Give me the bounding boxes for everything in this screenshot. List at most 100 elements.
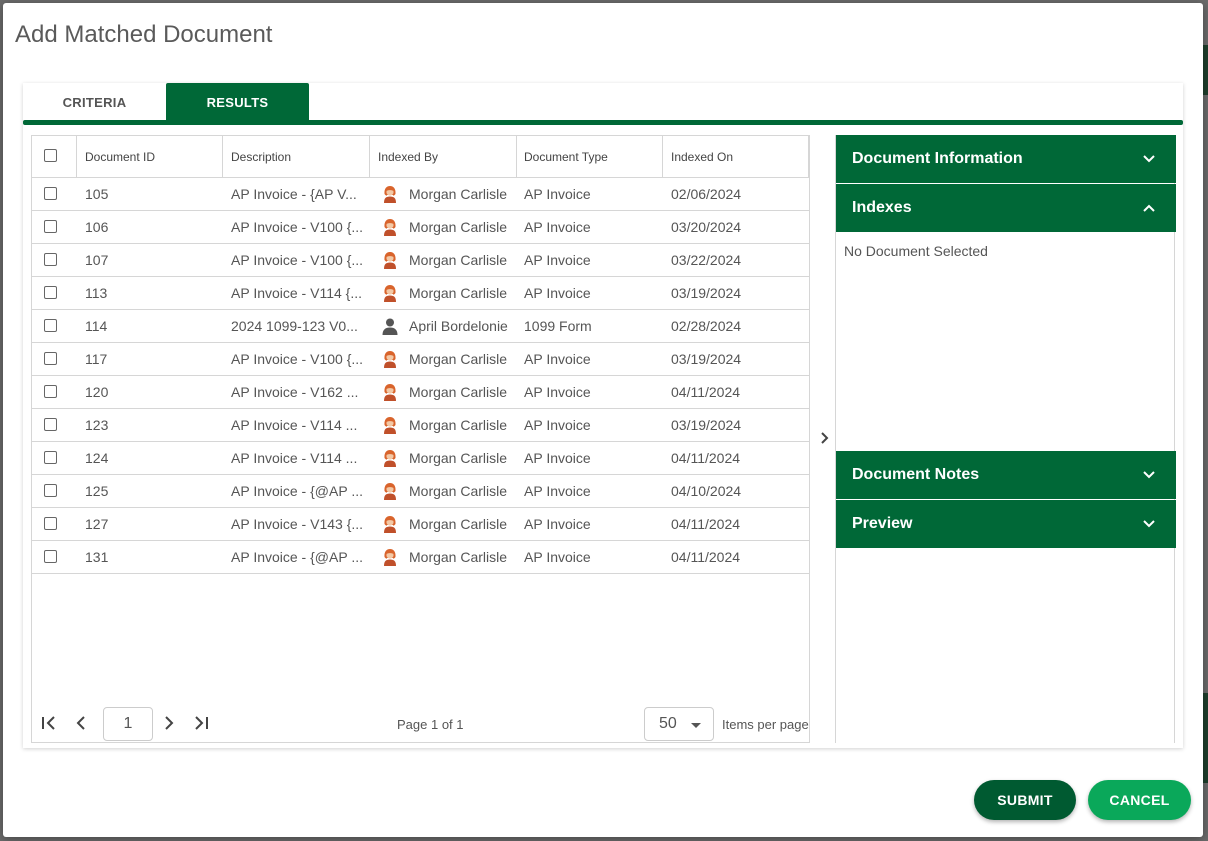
- cell-description: AP Invoice - V114 ...: [231, 450, 358, 466]
- section-document-information[interactable]: Document Information: [836, 135, 1176, 183]
- cell-indexed-by: April Bordelonie: [370, 310, 517, 342]
- indexed-by-name: Morgan Carlisle: [409, 252, 508, 268]
- tab-criteria[interactable]: CRITERIA: [23, 83, 166, 121]
- section-indexes[interactable]: Indexes: [836, 184, 1176, 232]
- cell-document-type: 1099 Form: [524, 318, 592, 334]
- background-app-strip: [1203, 693, 1208, 783]
- cell-indexed-by: Morgan Carlisle: [370, 277, 517, 309]
- section-document-notes[interactable]: Document Notes: [836, 451, 1176, 499]
- row-checkbox[interactable]: [44, 418, 57, 431]
- table-row[interactable]: 131 AP Invoice - {@AP ... Morgan Carlisle A…: [32, 541, 809, 574]
- column-header-document-id[interactable]: Document ID: [77, 136, 223, 177]
- cell-description: AP Invoice - V114 ...: [231, 417, 358, 433]
- cell-description: AP Invoice - {AP V...: [231, 186, 357, 202]
- indexed-by-name: Morgan Carlisle: [409, 186, 508, 202]
- section-title: Document Information: [852, 150, 1023, 167]
- last-page-icon[interactable]: [191, 713, 211, 733]
- table-row[interactable]: 107 AP Invoice - V100 {... Morgan Carlisle…: [32, 244, 809, 277]
- cell-indexed-by: Morgan Carlisle: [370, 178, 517, 210]
- expand-panel-chevron-icon[interactable]: [818, 428, 832, 448]
- row-checkbox[interactable]: [44, 385, 57, 398]
- cell-indexed-on: 02/28/2024: [671, 318, 742, 334]
- cancel-button[interactable]: CANCEL: [1088, 780, 1191, 820]
- cell-indexed-by: Morgan Carlisle: [370, 508, 517, 540]
- row-checkbox[interactable]: [44, 517, 57, 530]
- next-page-icon[interactable]: [159, 713, 179, 733]
- column-header-description[interactable]: Description: [223, 136, 370, 177]
- section-preview[interactable]: Preview: [836, 500, 1176, 548]
- previous-page-icon[interactable]: [71, 713, 91, 733]
- cell-description: AP Invoice - {@AP ...: [231, 549, 363, 565]
- row-checkbox[interactable]: [44, 550, 57, 563]
- cell-document-id: 113: [85, 285, 108, 301]
- table-row[interactable]: 125 AP Invoice - {@AP ... Morgan Carlisle A…: [32, 475, 809, 508]
- indexed-by-name: Morgan Carlisle: [409, 384, 508, 400]
- table-row[interactable]: 124 AP Invoice - V114 ... Morgan Carlisle A…: [32, 442, 809, 475]
- table-row[interactable]: 123 AP Invoice - V114 ... Morgan Carlisle A…: [32, 409, 809, 442]
- table-row[interactable]: 105 AP Invoice - {AP V... Morgan Carlisle A…: [32, 178, 809, 211]
- cell-document-type: AP Invoice: [524, 417, 591, 433]
- page-size-select[interactable]: 50: [644, 707, 714, 741]
- row-checkbox[interactable]: [44, 286, 57, 299]
- cell-indexed-on: 03/19/2024: [671, 417, 742, 433]
- cell-indexed-on: 04/11/2024: [671, 384, 741, 400]
- woman-avatar-icon: [380, 448, 409, 468]
- cell-document-id: 117: [85, 351, 108, 367]
- row-checkbox[interactable]: [44, 451, 57, 464]
- cell-document-type: AP Invoice: [524, 384, 591, 400]
- row-checkbox[interactable]: [44, 352, 57, 365]
- select-all-checkbox[interactable]: [44, 149, 57, 162]
- cell-indexed-by: Morgan Carlisle: [370, 409, 517, 441]
- cell-document-type: AP Invoice: [524, 219, 591, 235]
- tab-results[interactable]: RESULTS: [166, 83, 309, 121]
- tab-underline: [23, 120, 1183, 125]
- dialog-content-panel: CRITERIA RESULTS Document ID Description…: [23, 83, 1183, 748]
- table-row[interactable]: 113 AP Invoice - V114 {... Morgan Carlisle…: [32, 277, 809, 310]
- cell-document-id: 105: [85, 186, 109, 202]
- background-app-strip: [1203, 45, 1208, 95]
- table-row[interactable]: 120 AP Invoice - V162 ... Morgan Carlisle A…: [32, 376, 809, 409]
- row-checkbox[interactable]: [44, 187, 57, 200]
- row-checkbox[interactable]: [44, 220, 57, 233]
- woman-avatar-icon: [380, 283, 409, 303]
- cell-description: AP Invoice - V100 {...: [231, 351, 364, 367]
- table-row[interactable]: 117 AP Invoice - V100 {... Morgan Carlisle…: [32, 343, 809, 376]
- section-title: Preview: [852, 515, 913, 532]
- cell-document-type: AP Invoice: [524, 450, 591, 466]
- grid-header: Document ID Description Indexed By Docum…: [32, 136, 809, 178]
- select-all-cell: [32, 136, 77, 177]
- cell-indexed-by: Morgan Carlisle: [370, 211, 517, 243]
- cell-document-id: 125: [85, 483, 109, 499]
- row-checkbox[interactable]: [44, 253, 57, 266]
- table-row[interactable]: 114 2024 1099-123 V0... April Bordelonie 10…: [32, 310, 809, 343]
- cell-description: AP Invoice - V114 {...: [231, 285, 363, 301]
- woman-avatar-icon: [380, 382, 409, 402]
- section-title: Document Notes: [852, 466, 980, 483]
- cell-indexed-by: Morgan Carlisle: [370, 343, 517, 375]
- indexed-by-name: Morgan Carlisle: [409, 483, 508, 499]
- first-page-icon[interactable]: [39, 713, 59, 733]
- cell-document-type: AP Invoice: [524, 549, 591, 565]
- pager: Page 1 of 1 50 Items per page: [31, 703, 810, 743]
- page-number-input[interactable]: [103, 707, 153, 741]
- cell-indexed-by: Morgan Carlisle: [370, 244, 517, 276]
- column-header-indexed-by[interactable]: Indexed By: [370, 136, 517, 177]
- chevron-down-icon: [1143, 471, 1155, 479]
- chevron-up-icon: [1143, 204, 1155, 212]
- cell-indexed-on: 04/11/2024: [671, 549, 741, 565]
- column-header-indexed-on[interactable]: Indexed On: [663, 136, 809, 177]
- row-checkbox[interactable]: [44, 319, 57, 332]
- cell-indexed-by: Morgan Carlisle: [370, 541, 517, 573]
- cell-description: AP Invoice - V162 ...: [231, 384, 359, 400]
- table-row[interactable]: 106 AP Invoice - V100 {... Morgan Carlisle…: [32, 211, 809, 244]
- submit-button[interactable]: SUBMIT: [974, 780, 1076, 820]
- cell-description: AP Invoice - V100 {...: [231, 252, 364, 268]
- cell-indexed-on: 03/20/2024: [671, 219, 742, 235]
- items-per-page-label: Items per page: [722, 717, 809, 732]
- row-checkbox[interactable]: [44, 484, 57, 497]
- cell-document-type: AP Invoice: [524, 351, 591, 367]
- cell-document-id: 120: [85, 384, 109, 400]
- table-row[interactable]: 127 AP Invoice - V143 {... Morgan Carlisle…: [32, 508, 809, 541]
- cell-indexed-on: 03/19/2024: [671, 351, 742, 367]
- column-header-document-type[interactable]: Document Type: [516, 136, 663, 177]
